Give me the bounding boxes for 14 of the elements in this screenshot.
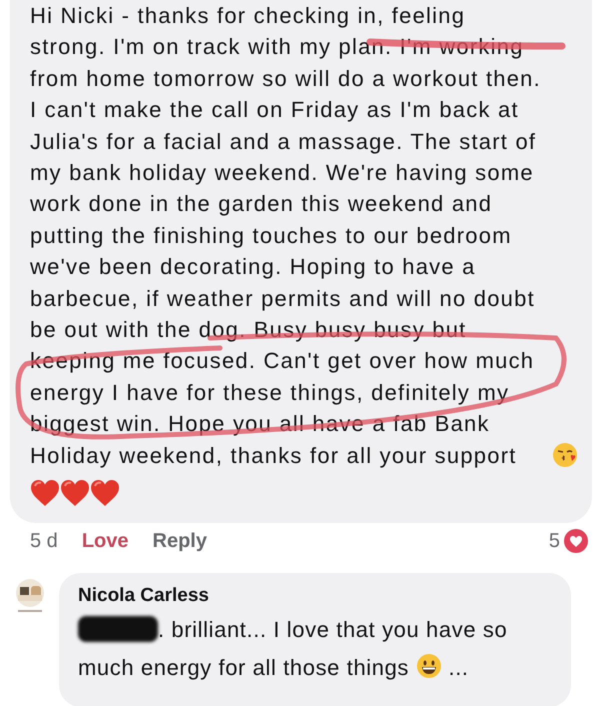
heart-icon — [30, 479, 60, 508]
reply-text: much energy for all those things — [78, 655, 410, 680]
winking-kiss-face-icon — [552, 442, 578, 468]
love-reaction-icon — [564, 529, 588, 554]
ellipsis-text: ... — [448, 655, 469, 680]
author-name[interactable]: Nicola Carless — [78, 585, 551, 608]
reply-link[interactable]: Reply — [152, 530, 207, 553]
timestamp: 5 d — [30, 530, 58, 553]
love-reaction-link[interactable]: Love — [82, 530, 128, 553]
reply-text: . brilliant... I love that you have so — [158, 617, 508, 642]
grinning-face-icon — [416, 653, 442, 680]
reaction-count: 5 — [548, 530, 560, 553]
heart-icon — [60, 479, 90, 508]
heart-icon — [90, 479, 120, 508]
